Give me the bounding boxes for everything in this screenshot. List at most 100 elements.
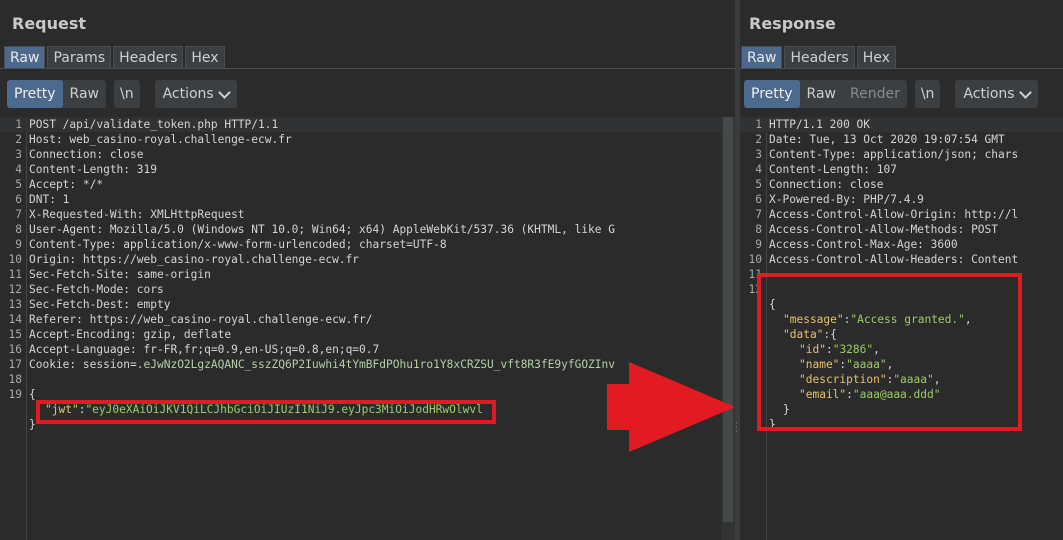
line-number: 5	[755, 178, 762, 191]
line-text: Sec-Fetch-Mode: cors	[29, 283, 164, 296]
request-toolbar: Pretty Raw \n Actions	[7, 80, 237, 108]
render-button[interactable]: Render	[843, 80, 907, 108]
line-text: Sec-Fetch-Site: same-origin	[29, 268, 211, 281]
code-line: 3 Connection: close	[0, 147, 735, 162]
code-line: 3 Content-Type: application/json; chars	[740, 147, 1063, 162]
line-number: 14	[8, 313, 22, 326]
code-line: 6 X-Powered-By: PHP/7.4.9	[740, 192, 1063, 207]
line-text: Content-Length: 107	[769, 163, 897, 176]
line-number: 3	[755, 148, 762, 161]
raw-view-button[interactable]: Raw	[63, 80, 106, 108]
line-number: 9	[755, 238, 762, 251]
request-scrollbar[interactable]	[721, 117, 735, 540]
code-line: 9 Content-Type: application/x-www-form-ur…	[0, 237, 735, 252]
line-text: {	[29, 388, 36, 401]
body-close: }	[29, 418, 36, 431]
line-number: 2	[15, 133, 22, 146]
line-number: 18	[8, 373, 22, 386]
line-number: 8	[755, 223, 762, 236]
request-pane: Request Raw Params Headers Hex Pretty Ra…	[0, 0, 735, 540]
line-number: 19	[8, 388, 22, 401]
code-line: 13 Sec-Fetch-Dest: empty	[0, 297, 735, 312]
raw-view-button[interactable]: Raw	[800, 80, 843, 108]
line-text: Sec-Fetch-Dest: empty	[29, 298, 171, 311]
actions-dropdown[interactable]: Actions	[154, 80, 237, 108]
scrollbar-thumb[interactable]	[723, 117, 733, 522]
code-line: 5 Accept: */*	[0, 177, 735, 192]
line-text: Connection: close	[29, 148, 144, 161]
code-line: 5 Connection: close	[740, 177, 1063, 192]
line-text: User-Agent: Mozilla/5.0 (Windows NT 10.0…	[29, 223, 615, 236]
line-number: 6	[15, 193, 22, 206]
line-text: DNT: 1	[29, 193, 70, 206]
code-line: 8 Access-Control-Allow-Methods: POST	[740, 222, 1063, 237]
actions-dropdown[interactable]: Actions	[955, 80, 1038, 108]
code-line: 7 X-Requested-With: XMLHttpRequest	[0, 207, 735, 222]
line-number: 7	[755, 208, 762, 221]
jwt-highlight-box	[36, 400, 496, 424]
newline-toggle-button[interactable]: \n	[914, 80, 941, 108]
cookie-header: Cookie: session=	[29, 358, 137, 371]
line-text: Accept-Language: fr-FR,fr;q=0.9,en-US;q=…	[29, 343, 380, 356]
line-text: Accept: */*	[29, 178, 104, 191]
code-line: 1 HTTP/1.1 200 OK	[740, 117, 1063, 132]
view-mode-toggle: Pretty Raw	[7, 80, 106, 108]
line-text: Accept-Encoding: gzip, deflate	[29, 328, 232, 341]
code-line: 9 Access-Control-Max-Age: 3600	[740, 237, 1063, 252]
response-tabs: Raw Headers Hex	[741, 46, 896, 68]
tab-headers[interactable]: Headers	[784, 46, 855, 68]
cookie-value: .eJwNzO2LgzAQANC_sszZQ6P2Iuwhi4tYmBFdPOh…	[136, 358, 615, 371]
line-number: 12	[8, 283, 22, 296]
tab-headers[interactable]: Headers	[113, 46, 184, 68]
tabs-divider	[0, 68, 735, 69]
line-number: 6	[755, 193, 762, 206]
line-number: 1	[15, 118, 22, 131]
response-highlight-box	[757, 273, 1022, 431]
line-text: Content-Length: 319	[29, 163, 157, 176]
line-text: Referer: https://web_casino-royal.challe…	[29, 313, 373, 326]
line-text: Access-Control-Allow-Methods: POST	[769, 223, 999, 236]
line-number: 9	[15, 238, 22, 251]
request-title: Request	[12, 14, 87, 33]
line-text: Content-Type: application/x-www-form-url…	[29, 238, 447, 251]
code-line: 2 Date: Tue, 13 Oct 2020 19:07:54 GMT	[740, 132, 1063, 147]
code-line: 4 Content-Length: 319	[0, 162, 735, 177]
line-text: HTTP/1.1 200 OK	[769, 118, 871, 131]
code-line: 10 Origin: https://web_casino-royal.chall…	[0, 252, 735, 267]
line-number: 11	[8, 268, 22, 281]
arrow-shape	[607, 362, 735, 452]
code-line: 6 DNT: 1	[0, 192, 735, 207]
line-number: 16	[8, 343, 22, 356]
request-tabs: Raw Params Headers Hex	[4, 46, 225, 68]
line-number: 7	[15, 208, 22, 221]
code-line: 11 Sec-Fetch-Site: same-origin	[0, 267, 735, 282]
tab-hex[interactable]: Hex	[856, 46, 896, 68]
actions-label: Actions	[963, 86, 1015, 102]
line-number: 3	[15, 148, 22, 161]
line-number: 4	[15, 163, 22, 176]
line-number: 17	[8, 358, 22, 371]
code-line: 10 Access-Control-Allow-Headers: Content	[740, 252, 1063, 267]
line-text: Access-Control-Allow-Origin: http://l	[769, 208, 1019, 221]
code-line: 1 POST /api/validate_token.php HTTP/1.1	[0, 117, 735, 132]
code-line: 7 Access-Control-Allow-Origin: http://l	[740, 207, 1063, 222]
line-text: Connection: close	[769, 178, 884, 191]
code-line: 15 Accept-Encoding: gzip, deflate	[0, 327, 735, 342]
response-pane: Response Raw Headers Hex Pretty Raw Rend…	[740, 0, 1063, 540]
pretty-button[interactable]: Pretty	[7, 80, 63, 108]
pretty-button[interactable]: Pretty	[744, 80, 800, 108]
tab-raw[interactable]: Raw	[741, 46, 783, 68]
newline-toggle-button[interactable]: \n	[113, 80, 140, 108]
line-number: 13	[8, 298, 22, 311]
code-line: 12 Sec-Fetch-Mode: cors	[0, 282, 735, 297]
code-line: 4 Content-Length: 107	[740, 162, 1063, 177]
line-text: Access-Control-Allow-Headers: Content	[769, 253, 1019, 266]
request-editor[interactable]: 1 POST /api/validate_token.php HTTP/1.1 2…	[0, 117, 735, 540]
line-number: 1	[755, 118, 762, 131]
line-text: Content-Type: application/json; chars	[769, 148, 1019, 161]
tab-hex[interactable]: Hex	[185, 46, 225, 68]
tab-params[interactable]: Params	[47, 46, 112, 68]
chevron-down-icon	[1018, 85, 1032, 99]
tabs-divider	[740, 68, 1063, 69]
tab-raw[interactable]: Raw	[4, 46, 46, 68]
